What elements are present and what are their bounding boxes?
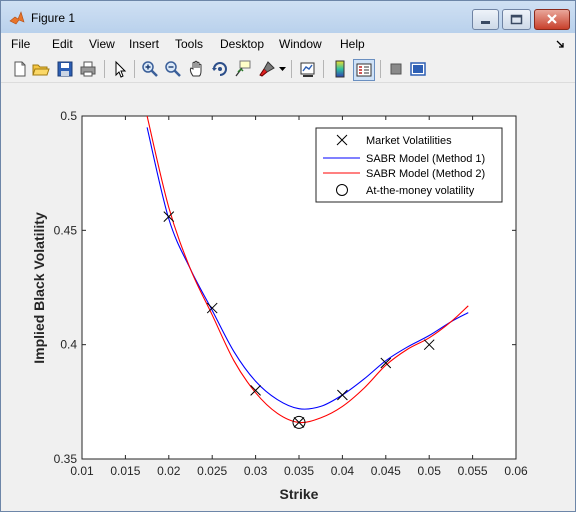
data-cursor-icon[interactable] — [234, 60, 252, 78]
x-tick-label: 0.01 — [70, 464, 94, 478]
y-tick-label: 0.35 — [54, 452, 78, 466]
toolbar — [1, 55, 575, 83]
menu-window[interactable]: Window — [279, 37, 322, 51]
x-tick-label: 0.015 — [110, 464, 140, 478]
toolbar-separator — [291, 60, 292, 78]
menu-insert[interactable]: Insert — [129, 37, 159, 51]
toolbar-separator — [134, 60, 135, 78]
brush-icon[interactable] — [258, 60, 276, 78]
title-bar[interactable]: Figure 1 — [1, 1, 575, 33]
minimize-icon — [481, 21, 490, 24]
plot-svg: 0.01 0.015 0.02 0.025 0.03 0.035 0.04 0.045 0.05… — [31, 109, 528, 502]
save-icon[interactable] — [56, 60, 74, 78]
show-plot-tools-icon[interactable] — [409, 60, 427, 78]
x-tick-label: 0.03 — [244, 464, 268, 478]
legend[interactable]: Market Volatilities SABR Model (Method 1… — [315, 127, 503, 203]
x-tick-label: 0.02 — [157, 464, 181, 478]
minimize-button[interactable] — [472, 9, 499, 30]
y-tick-label: 0.5 — [60, 109, 77, 123]
print-icon[interactable] — [79, 60, 97, 78]
x-tick-label: 0.025 — [197, 464, 227, 478]
pan-icon[interactable] — [188, 60, 206, 78]
x-tick-label: 0.045 — [371, 464, 401, 478]
menu-tools[interactable]: Tools — [175, 37, 203, 51]
menu-desktop[interactable]: Desktop — [220, 37, 264, 51]
figure-window: Figure 1 File Edit View Insert Tools Des… — [0, 0, 576, 512]
x-tick-label: 0.035 — [284, 464, 314, 478]
legend-icon[interactable] — [353, 59, 375, 81]
legend-label-method2: SABR Model (Method 2) — [366, 168, 485, 180]
y-tick-label: 0.45 — [54, 223, 78, 237]
open-file-icon[interactable] — [32, 60, 50, 78]
legend-label-market: Market Volatilities — [366, 135, 452, 147]
pointer-icon[interactable] — [111, 60, 129, 78]
matlab-icon — [9, 11, 25, 25]
x-tick-label: 0.05 — [418, 464, 442, 478]
menu-file[interactable]: File — [11, 37, 30, 51]
hide-plot-tools-icon[interactable] — [387, 60, 405, 78]
toolbar-separator — [323, 60, 324, 78]
link-plot-icon[interactable] — [299, 60, 317, 78]
x-tick-label: 0.06 — [504, 464, 528, 478]
maximize-button[interactable] — [502, 9, 531, 30]
menu-edit[interactable]: Edit — [52, 37, 73, 51]
toolbar-separator — [104, 60, 105, 78]
toolbar-separator — [380, 60, 381, 78]
window-title: Figure 1 — [31, 11, 76, 25]
legend-label-method1: SABR Model (Method 1) — [366, 153, 485, 165]
rotate-3d-icon[interactable] — [211, 60, 229, 78]
zoom-out-icon[interactable] — [164, 60, 182, 78]
new-figure-icon[interactable] — [11, 60, 29, 78]
maximize-icon — [510, 14, 523, 25]
menu-help[interactable]: Help — [340, 37, 365, 51]
close-icon — [547, 14, 557, 24]
y-tick-label: 0.4 — [60, 338, 77, 352]
x-tick-label: 0.04 — [331, 464, 355, 478]
menu-bar: File Edit View Insert Tools Desktop Wind… — [1, 33, 575, 55]
x-tick-label: 0.055 — [458, 464, 488, 478]
brush-dropdown-icon[interactable] — [279, 67, 286, 72]
dock-arrow-icon[interactable] — [555, 39, 565, 49]
menu-view[interactable]: View — [89, 37, 115, 51]
figure-canvas: 0.01 0.015 0.02 0.025 0.03 0.035 0.04 0.045 0.05… — [8, 83, 569, 503]
x-axis-label: Strike — [280, 486, 319, 502]
colorbar-icon[interactable] — [331, 60, 349, 78]
y-axis-label: Implied Black Volatility — [31, 212, 47, 364]
legend-label-atm: At-the-money volatility — [366, 185, 475, 197]
close-button[interactable] — [534, 9, 570, 30]
zoom-in-icon[interactable] — [141, 60, 159, 78]
